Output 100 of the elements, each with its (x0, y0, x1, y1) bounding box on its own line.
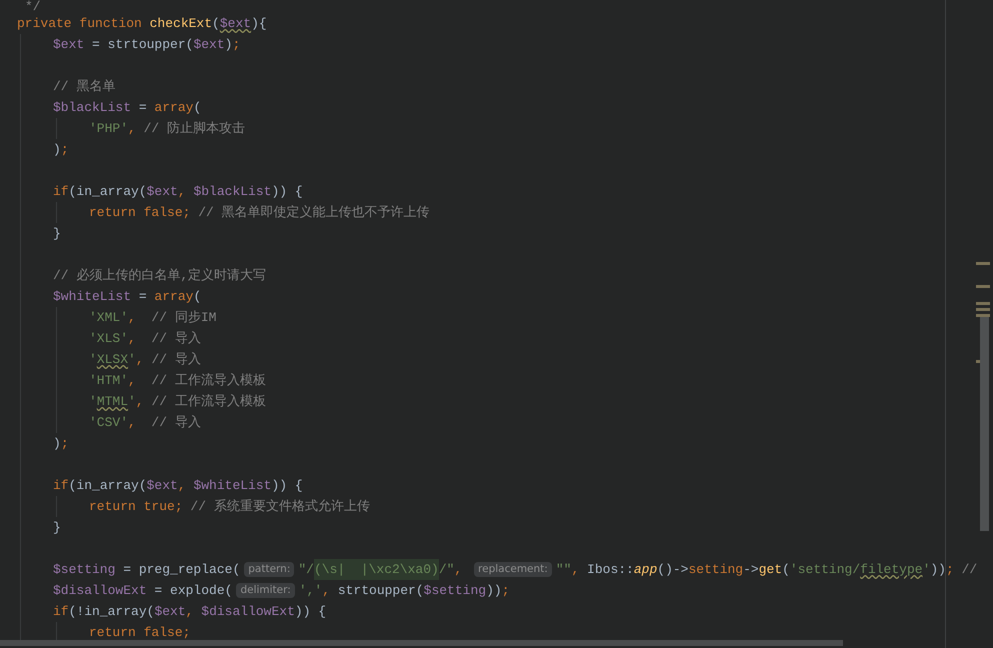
code-keyword: , (136, 393, 145, 411)
code-keyword: if (53, 603, 69, 621)
code-text: )) { (294, 603, 326, 621)
code-function: checkExt (150, 15, 212, 33)
code-comment: // 导入 (151, 414, 201, 432)
code-keyword: , (128, 414, 137, 432)
code-text: )) (486, 582, 502, 600)
code-keyword: , (322, 582, 332, 600)
code-variable: $blackList (193, 183, 272, 201)
code-variable: $setting (424, 582, 486, 600)
code-text: (!in_array( (68, 603, 154, 621)
code-keyword: ; (60, 435, 69, 453)
code-keyword: if (53, 183, 69, 201)
code-text: )) { (271, 477, 303, 495)
code-string: ' (128, 393, 136, 411)
code-string: ' (89, 351, 97, 369)
code-regex: (\s| |\xc2\xa0) (314, 559, 439, 580)
code-comment: */ (25, 0, 41, 13)
code-comment: // 工作流导入模板 (151, 372, 266, 390)
parameter-hint: pattern: (244, 562, 294, 577)
code-keyword: , (128, 330, 137, 348)
parameter-hint: delimiter: (236, 583, 295, 598)
code-text: (in_array( (68, 183, 147, 201)
code-keyword: ; (60, 141, 69, 159)
vertical-scrollbar-thumb[interactable] (980, 317, 989, 531)
code-keyword: ; (946, 561, 954, 579)
code-text: ) (53, 435, 61, 453)
code-comment: // 同步IM (151, 309, 216, 327)
code-comment: // 必须上传的白名单,定义时请大写 (53, 267, 266, 285)
code-variable: $whiteList (193, 477, 272, 495)
code-text: (in_array( (68, 477, 147, 495)
error-stripe-mark[interactable] (976, 302, 990, 305)
code-variable: $disallowExt (201, 603, 295, 621)
code-text: strtoupper( (338, 582, 424, 600)
code-string: 'PHP' (89, 120, 128, 138)
code-string: /" (438, 561, 454, 579)
code-keyword: ; (232, 36, 240, 54)
code-comment: // 工作流导入模板 (151, 393, 266, 411)
error-stripe-mark[interactable] (976, 360, 980, 363)
code-string: ' (128, 351, 136, 369)
error-stripe-mark[interactable] (976, 314, 990, 317)
code-text: ( (782, 561, 790, 579)
code-comment: // 黑名单 (53, 78, 116, 96)
code-string: filetype (860, 561, 923, 579)
code-variable: $setting (53, 561, 116, 579)
code-keyword: , (454, 561, 464, 579)
code-variable: $ext (193, 36, 225, 54)
code-keyword: , (128, 309, 137, 327)
parameter-hint: replacement: (474, 562, 552, 577)
code-text: )) (930, 561, 946, 579)
code-variable: $ext (220, 15, 252, 33)
code-keyword: array (154, 99, 194, 117)
code-keyword: , (178, 183, 187, 201)
code-string: "/ (298, 561, 314, 579)
code-string: ' (922, 561, 930, 579)
code-text: = explode( (153, 582, 232, 600)
code-variable: $ext (146, 183, 178, 201)
code-string: ' (89, 393, 97, 411)
code-variable: $ext (154, 603, 186, 621)
code-keyword: , (186, 603, 194, 621)
code-comment: // 导入 (151, 330, 201, 348)
code-keyword: return true; (89, 498, 183, 516)
code-string: 'setting/ (790, 561, 860, 579)
error-stripe-mark[interactable] (976, 285, 990, 288)
code-text: = preg_replace( (122, 561, 240, 579)
code-text: = strtoupper( (91, 36, 194, 54)
code-keyword: array (154, 288, 194, 306)
error-stripe-mark[interactable] (976, 262, 990, 265)
code-keyword: private function (17, 15, 143, 33)
code-text: } (53, 225, 61, 243)
horizontal-scrollbar-thumb[interactable] (0, 640, 843, 646)
code-string: ',' (298, 582, 322, 600)
code-comment: // 导入 (151, 351, 201, 369)
code-text: ( (212, 15, 220, 33)
code-string: 'XLS' (89, 330, 128, 348)
error-stripe-mark[interactable] (976, 308, 990, 311)
code-text: -> (743, 561, 759, 579)
code-keyword: setting (688, 561, 744, 579)
code-variable: $ext (146, 477, 178, 495)
code-function: get (758, 561, 782, 579)
code-keyword: return false; (89, 624, 190, 642)
code-string: MTML (96, 393, 128, 411)
code-keyword: , (136, 351, 145, 369)
code-keyword: , (571, 561, 580, 579)
code-variable: $disallowExt (53, 582, 147, 600)
code-text: } (53, 519, 61, 537)
code-text: = (138, 288, 148, 306)
code-comment: // 黑名单即使定义能上传也不予许上传 (197, 204, 430, 222)
code-string: 'CSV' (89, 414, 128, 432)
code-keyword: return false; (89, 204, 190, 222)
code-text: ( (193, 288, 202, 306)
code-text: ){ (251, 15, 267, 33)
code-text: ()-> (657, 561, 688, 579)
code-text: Ibos:: (587, 561, 634, 579)
code-string: 'XML' (89, 309, 128, 327)
code-variable: $blackList (53, 99, 132, 117)
code-string: "" (556, 561, 572, 579)
code-text: )) { (271, 183, 303, 201)
code-variable: $whiteList (53, 288, 132, 306)
code-comment: // (960, 561, 978, 579)
